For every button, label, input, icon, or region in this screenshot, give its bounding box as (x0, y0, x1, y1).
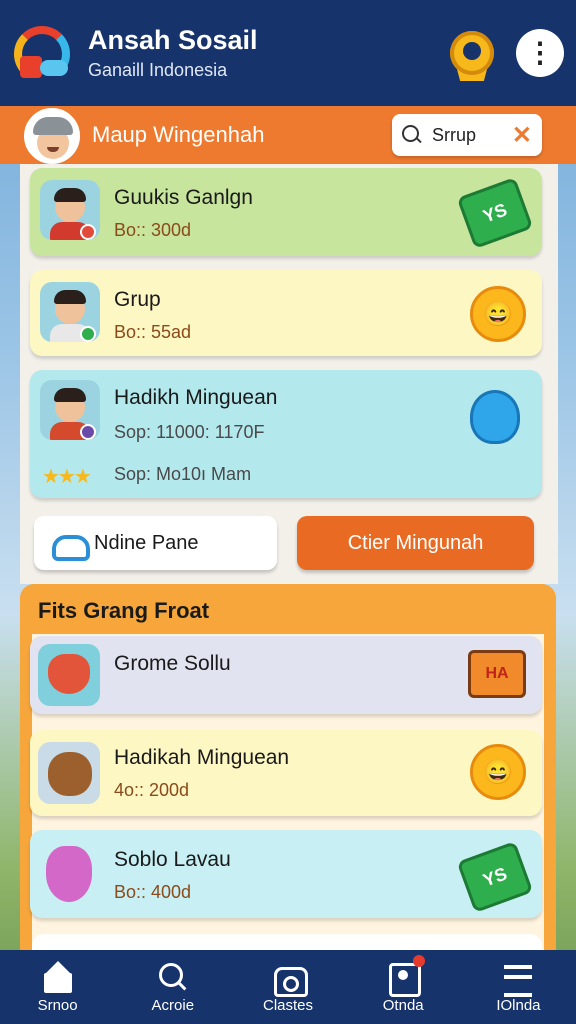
more-options-button[interactable]: ⋮ (516, 29, 564, 77)
nav-item-home[interactable]: Srnoo (0, 950, 115, 1024)
other-button[interactable]: Ctier Mingunah (297, 516, 534, 570)
item-title: Hadikh Minguean (114, 386, 278, 409)
list-item[interactable]: Guukis Ganlgn Bo:: 300d YS (30, 168, 542, 256)
search-icon (402, 125, 422, 145)
list-item[interactable]: Soblo Lavau Bo:: 400d YS (30, 830, 542, 918)
bottom-nav: Srnoo Acroie Clastes Otnda IOlnda (0, 950, 576, 1024)
camera-icon (272, 961, 308, 997)
profile-bar: Maup Wingenhah Srrup ✕ (0, 106, 576, 164)
notification-dot (413, 954, 426, 967)
item-meta: Sop: 11000: 1170F (114, 422, 265, 442)
item-extra: Sop: Mo10ı Mam (114, 464, 252, 484)
search-icon (157, 961, 189, 993)
nav-item-search[interactable]: Acroie (115, 950, 230, 1024)
avatar (40, 180, 100, 240)
list-item[interactable]: Hadikh Minguean Sop: 11000: 1170F ★★★ So… (30, 370, 542, 498)
sun-icon: 😄 (470, 744, 526, 800)
nav-label: Otnda (382, 996, 424, 1014)
item-meta: Bo:: 400d (114, 882, 192, 902)
close-icon[interactable]: ✕ (512, 121, 532, 150)
item-title: Grup (114, 288, 161, 311)
app-title: Ansah Sosail (88, 25, 258, 55)
nav-label: IOlnda (496, 996, 541, 1014)
item-title: Grome Sollu (114, 652, 231, 675)
more-vertical-icon: ⋮ (526, 37, 554, 68)
avatar[interactable] (24, 108, 80, 164)
search-value[interactable]: Srrup (432, 125, 512, 146)
item-title: Hadikah Minguean (114, 746, 290, 769)
search-input[interactable]: Srrup ✕ (392, 114, 542, 156)
list-item[interactable]: Grome Sollu HA (30, 636, 542, 714)
profile-icon (387, 954, 426, 997)
rainbow-logo-icon (12, 24, 74, 82)
nav-label: Clastes (262, 996, 314, 1014)
online-button[interactable]: Ndine Pane (34, 516, 277, 570)
home-icon (42, 960, 74, 993)
dog-icon (38, 742, 100, 804)
gem-icon: YS (456, 177, 534, 249)
item-meta: 4o:: 200d (114, 780, 190, 800)
fox-icon (38, 644, 100, 706)
nav-item-profile[interactable]: Otnda (346, 950, 461, 1024)
app-subtitle: Ganaill Indonesia (88, 60, 228, 80)
profile-name: Maup Wingenhah (92, 122, 265, 147)
nav-item-list[interactable]: IOlnda (461, 950, 576, 1024)
list-item[interactable]: Grup Bo:: 55ad 😄 (30, 270, 542, 356)
item-title: Soblo Lavau (114, 848, 231, 871)
list-item[interactable]: Hadikah Minguean 4o:: 200d 😄 (30, 730, 542, 816)
title-group: Ansah Sosail Ganaill Indonesia (88, 24, 448, 82)
other-button-label: Ctier Mingunah (347, 531, 484, 554)
cloud-icon (52, 531, 90, 561)
nav-item-camera[interactable]: Clastes (230, 950, 345, 1024)
list-icon (502, 961, 534, 997)
rating-stars: ★★★ (42, 466, 92, 488)
item-meta: Bo:: 55ad (114, 322, 192, 342)
app-header: Ansah Sosail Ganaill Indonesia ⋮ (0, 0, 576, 106)
online-button-label: Ndine Pane (94, 531, 199, 554)
potion-icon (470, 390, 520, 444)
sign-icon: HA (468, 650, 526, 698)
avatar (40, 380, 100, 440)
gear-badge-icon[interactable] (448, 29, 496, 81)
avatar (40, 282, 100, 342)
item-meta: Bo:: 300d (114, 220, 192, 240)
medal-icon (38, 842, 100, 904)
sun-icon: 😄 (470, 286, 526, 342)
nav-label: Srnoo (37, 996, 78, 1014)
item-title: Guukis Ganlgn (114, 186, 253, 209)
nav-label: Acroie (151, 996, 195, 1014)
section-title: Fits Grang Froat (38, 598, 210, 623)
gem-icon: YS (456, 841, 534, 913)
